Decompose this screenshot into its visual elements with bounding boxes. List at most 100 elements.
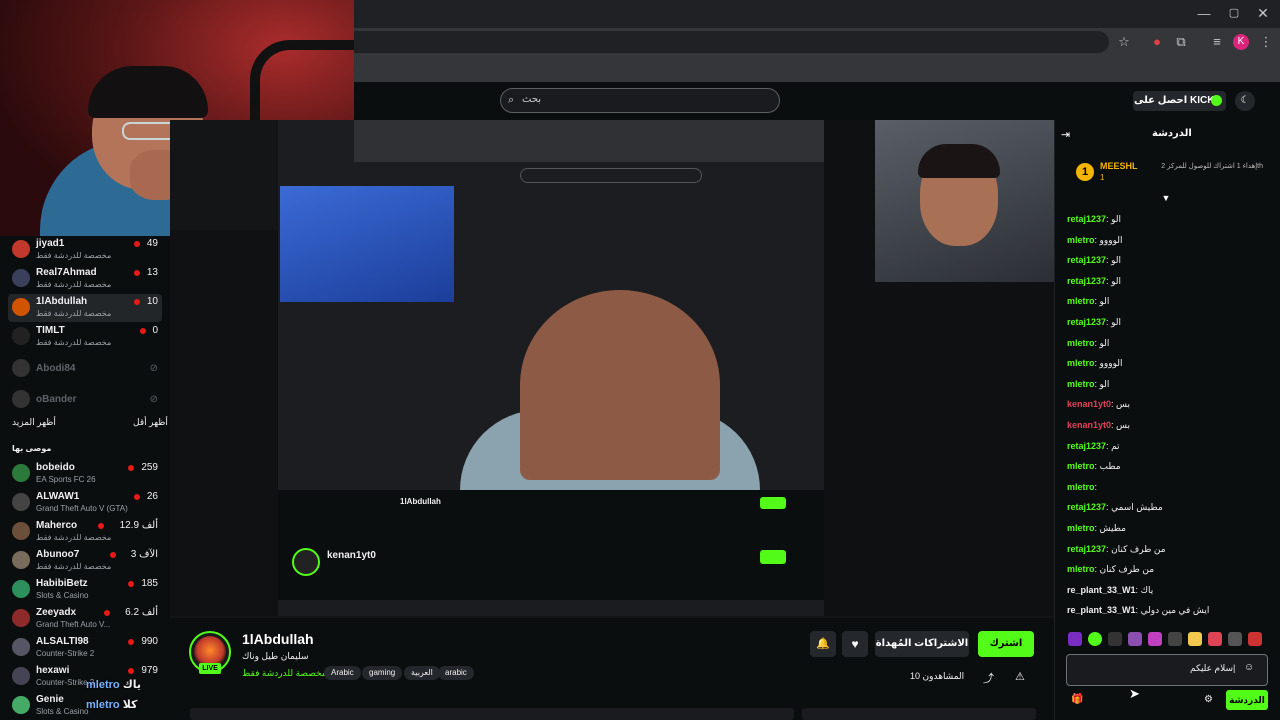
maximize-icon[interactable]: ▢ — [1226, 6, 1242, 22]
browser-menu-icon[interactable]: ⋮ — [1257, 33, 1275, 51]
live-badge: LIVE — [199, 663, 221, 674]
follow-heart-icon[interactable]: ♥ — [842, 631, 868, 657]
emote-8[interactable] — [1208, 632, 1222, 646]
channel-name: jiyad1 — [36, 238, 65, 249]
emote-9[interactable] — [1228, 632, 1242, 646]
sidebar-recommended-channel[interactable]: Abunoo7 مخصصة للدردشة فقط 3 الآف — [8, 547, 162, 575]
chat-username[interactable]: mletro — [1067, 338, 1095, 348]
subscribe-button[interactable]: اشترك — [978, 631, 1034, 657]
chat-text: الو — [1099, 337, 1110, 348]
emote-7[interactable] — [1188, 632, 1202, 646]
sidebar-followed-channel[interactable]: TIMLT مخصصة للدردشة فقط 0 — [8, 323, 162, 351]
nested-streamer-name: 1lAbdullah — [400, 497, 441, 506]
channel-avatar — [12, 327, 30, 345]
stream-category[interactable]: مخصصة للدردشة فقط — [242, 668, 327, 679]
minimize-icon[interactable]: — — [1196, 6, 1212, 22]
chat-username[interactable]: retaj1237 — [1067, 276, 1106, 286]
tag-arabic[interactable]: Arabic — [324, 666, 361, 680]
chat-username[interactable]: kenan1yt0 — [1067, 399, 1111, 409]
overlay-chat-line-2: mletro كلا — [86, 699, 138, 711]
emote-5[interactable] — [1148, 632, 1162, 646]
chat-username[interactable]: mletro — [1067, 461, 1095, 471]
viewer-count: 13 — [146, 267, 158, 278]
extension-red-icon[interactable]: ● — [1148, 33, 1166, 51]
chat-message: mletro: الوووو — [1067, 235, 1267, 249]
close-icon[interactable]: ✕ — [1255, 5, 1271, 21]
emote-10[interactable] — [1248, 632, 1262, 646]
bookmark-star-icon[interactable]: ☆ — [1115, 33, 1133, 51]
sidebar-recommended-channel[interactable]: Genie Slots & Casino — [8, 692, 162, 720]
sidebar-followed-channel[interactable]: oBander ⊘ — [8, 386, 162, 414]
notification-bell-icon[interactable]: 🔔 — [810, 631, 836, 657]
emoji-icon[interactable]: ☺ — [1244, 662, 1256, 674]
chat-username[interactable]: mletro — [1067, 482, 1095, 492]
chat-username[interactable]: mletro — [1067, 379, 1095, 389]
tag-arabic-ar[interactable]: العربية — [404, 666, 440, 680]
chat-username[interactable]: retaj1237 — [1067, 317, 1106, 327]
chevron-down-icon[interactable]: ▼ — [1160, 193, 1172, 203]
channel-avatar — [12, 522, 30, 540]
sidebar-followed-channel[interactable]: Abodi84 ⊘ — [8, 355, 162, 383]
show-less-link[interactable]: أظهر أقل — [133, 417, 168, 428]
profile-avatar[interactable]: K — [1233, 34, 1249, 50]
chat-username[interactable]: retaj1237 — [1067, 441, 1106, 451]
chat-username[interactable]: mletro — [1067, 358, 1095, 368]
chat-username[interactable]: retaj1237 — [1067, 255, 1106, 265]
channel-name: Abunoo7 — [36, 549, 80, 560]
bookmarks-bar — [354, 56, 1280, 82]
emote-4[interactable] — [1128, 632, 1142, 646]
chat-username[interactable]: mletro — [1067, 523, 1095, 533]
gift-subs-button[interactable]: الاشتراكات المُهداة — [875, 631, 969, 657]
sidebar-followed-channel[interactable]: Real7Ahmad مخصصة للدردشة فقط 13 — [8, 265, 162, 293]
collapse-chat-icon[interactable]: ⇥ — [1061, 128, 1073, 141]
search-input[interactable] — [500, 88, 780, 113]
chat-send-button[interactable]: الدردشة — [1226, 690, 1268, 710]
sidebar-recommended-channel[interactable]: Maherco مخصصة للدردشة فقط 12.9 ألف — [8, 518, 162, 546]
sidebar-recommended-channel[interactable]: ALSALTI98 Counter-Strike 2 990 — [8, 634, 162, 662]
share-icon[interactable]: ⤴ — [983, 670, 995, 685]
below-player-strip — [190, 708, 794, 720]
viewer-count: 3 الآف — [130, 549, 158, 560]
sidebar-recommended-channel[interactable]: bobeido EA Sports FC 26 259 — [8, 460, 162, 488]
sidebar-recommended-channel[interactable]: ALWAW1 Grand Theft Auto V (GTA) 26 — [8, 489, 162, 517]
tag-arabic-lower[interactable]: arabic — [438, 666, 474, 680]
channel-name: 1lAbdullah — [36, 296, 88, 307]
chat-username[interactable]: kenan1yt0 — [1067, 420, 1111, 430]
sidebar-recommended-channel[interactable]: HabibiBetz Slots & Casino 185 — [8, 576, 162, 604]
sidebar-followed-channel[interactable]: jiyad1 مخصصة للدردشة فقط 49 — [8, 236, 162, 264]
channel-name: oBander — [36, 394, 77, 405]
chat-input[interactable] — [1066, 654, 1268, 686]
chat-username[interactable]: retaj1237 — [1067, 214, 1106, 224]
user-menu-avatar[interactable]: ☾ — [1235, 91, 1255, 111]
tag-gaming[interactable]: gaming — [362, 666, 403, 680]
viewer-count: 0 — [152, 325, 158, 336]
chat-username[interactable]: re_plant_33_W1 — [1067, 585, 1136, 595]
chat-username[interactable]: retaj1237 — [1067, 502, 1106, 512]
chat-username[interactable]: mletro — [1067, 235, 1095, 245]
nested-subscribe-button — [760, 497, 786, 509]
media-control-icon[interactable]: ≡ — [1208, 33, 1226, 51]
emote-1[interactable] — [1068, 632, 1082, 646]
streamer-name[interactable]: 1lAbdullah — [242, 631, 314, 647]
nested-sidebar — [170, 230, 278, 616]
chat-username[interactable]: re_plant_33_W1 — [1067, 605, 1136, 615]
stream-title: سليمان طيل وناك — [242, 651, 309, 661]
channel-category: مخصصة للدردشة فقط — [36, 533, 112, 542]
emote-6[interactable] — [1168, 632, 1182, 646]
emote-2[interactable] — [1088, 632, 1102, 646]
extensions-puzzle-icon[interactable]: ⧉ — [1172, 33, 1190, 51]
sidebar-recommended-channel[interactable]: Zeeyadx Grand Theft Auto V... 6.2 ألف — [8, 605, 162, 633]
chat-username[interactable]: mletro — [1067, 564, 1095, 574]
channel-avatar — [12, 609, 30, 627]
chat-text: الوووو — [1099, 358, 1123, 369]
gift-icon[interactable]: 🎁 — [1071, 694, 1083, 706]
show-more-link[interactable]: أظهر المزيد — [12, 417, 56, 428]
emote-3[interactable] — [1108, 632, 1122, 646]
gear-icon[interactable]: ⚙ — [1204, 694, 1216, 706]
chat-text: مطيش اسمي — [1111, 502, 1163, 513]
report-icon[interactable]: ⚠ — [1015, 670, 1027, 683]
chat-username[interactable]: retaj1237 — [1067, 544, 1106, 554]
chat-username[interactable]: mletro — [1067, 296, 1095, 306]
sidebar-followed-channel[interactable]: 1lAbdullah مخصصة للدردشة فقط 10 — [8, 294, 162, 322]
address-bar[interactable] — [354, 31, 1109, 53]
